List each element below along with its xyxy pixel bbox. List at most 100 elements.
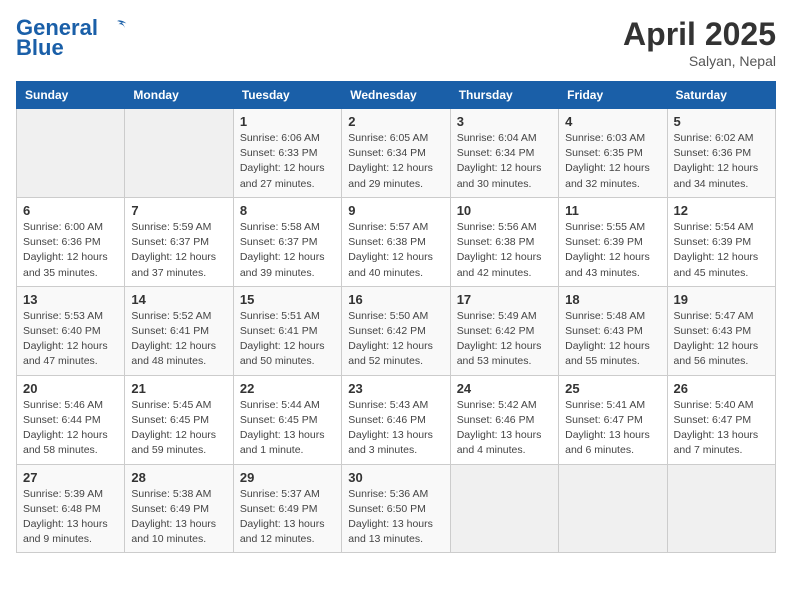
day-number: 26 [674,381,769,396]
calendar-cell: 2 Sunrise: 6:05 AM Sunset: 6:34 PM Daylig… [342,109,450,198]
calendar-cell: 11 Sunrise: 5:55 AM Sunset: 6:39 PM Dayli… [559,197,667,286]
day-info: Sunrise: 5:43 AM Sunset: 6:46 PM Dayligh… [348,398,443,459]
calendar-cell: 22 Sunrise: 5:44 AM Sunset: 6:45 PM Dayli… [233,375,341,464]
day-number: 12 [674,203,769,218]
day-number: 13 [23,292,118,307]
calendar-cell: 9 Sunrise: 5:57 AM Sunset: 6:38 PM Daylig… [342,197,450,286]
logo: General Blue [16,16,128,60]
day-info: Sunrise: 5:39 AM Sunset: 6:48 PM Dayligh… [23,487,118,548]
day-number: 28 [131,470,226,485]
day-info: Sunrise: 5:59 AM Sunset: 6:37 PM Dayligh… [131,220,226,281]
day-info: Sunrise: 6:04 AM Sunset: 6:34 PM Dayligh… [457,131,552,192]
day-info: Sunrise: 5:57 AM Sunset: 6:38 PM Dayligh… [348,220,443,281]
day-header-friday: Friday [559,82,667,109]
calendar-cell: 28 Sunrise: 5:38 AM Sunset: 6:49 PM Dayli… [125,464,233,553]
day-number: 22 [240,381,335,396]
calendar-cell: 30Sunrise: 5:36 AM Sunset: 6:50 PM Dayli… [342,464,450,553]
calendar-cell [559,464,667,553]
day-info: Sunrise: 5:36 AM Sunset: 6:50 PM Dayligh… [348,487,443,548]
calendar-cell: 1 Sunrise: 6:06 AM Sunset: 6:33 PM Daylig… [233,109,341,198]
day-number: 8 [240,203,335,218]
calendar-cell: 21 Sunrise: 5:45 AM Sunset: 6:45 PM Dayli… [125,375,233,464]
day-info: Sunrise: 6:00 AM Sunset: 6:36 PM Dayligh… [23,220,118,281]
calendar-cell [125,109,233,198]
day-number: 14 [131,292,226,307]
calendar-cell [17,109,125,198]
day-number: 20 [23,381,118,396]
day-header-thursday: Thursday [450,82,558,109]
calendar-cell: 27 Sunrise: 5:39 AM Sunset: 6:48 PM Dayli… [17,464,125,553]
calendar-header-row: SundayMondayTuesdayWednesdayThursdayFrid… [17,82,776,109]
page-header: General Blue April 2025 Salyan, Nepal [16,16,776,69]
month-title: April 2025 [623,16,776,53]
day-info: Sunrise: 5:44 AM Sunset: 6:45 PM Dayligh… [240,398,335,459]
day-number: 25 [565,381,660,396]
day-info: Sunrise: 5:48 AM Sunset: 6:43 PM Dayligh… [565,309,660,370]
day-number: 5 [674,114,769,129]
day-number: 17 [457,292,552,307]
calendar-cell: 6 Sunrise: 6:00 AM Sunset: 6:36 PM Daylig… [17,197,125,286]
title-block: April 2025 Salyan, Nepal [623,16,776,69]
day-number: 21 [131,381,226,396]
calendar-cell [450,464,558,553]
calendar-week-row: 13 Sunrise: 5:53 AM Sunset: 6:40 PM Dayli… [17,286,776,375]
calendar-cell: 23 Sunrise: 5:43 AM Sunset: 6:46 PM Dayli… [342,375,450,464]
day-number: 4 [565,114,660,129]
day-number: 7 [131,203,226,218]
day-number: 27 [23,470,118,485]
day-info: Sunrise: 6:03 AM Sunset: 6:35 PM Dayligh… [565,131,660,192]
calendar-week-row: 20 Sunrise: 5:46 AM Sunset: 6:44 PM Dayli… [17,375,776,464]
day-number: 18 [565,292,660,307]
day-info: Sunrise: 5:56 AM Sunset: 6:38 PM Dayligh… [457,220,552,281]
day-info: Sunrise: 5:46 AM Sunset: 6:44 PM Dayligh… [23,398,118,459]
calendar-cell: 17 Sunrise: 5:49 AM Sunset: 6:42 PM Dayli… [450,286,558,375]
calendar-cell: 29Sunrise: 5:37 AM Sunset: 6:49 PM Dayli… [233,464,341,553]
calendar-week-row: 27 Sunrise: 5:39 AM Sunset: 6:48 PM Dayli… [17,464,776,553]
day-info: Sunrise: 6:06 AM Sunset: 6:33 PM Dayligh… [240,131,335,192]
day-info: Sunrise: 5:54 AM Sunset: 6:39 PM Dayligh… [674,220,769,281]
day-number: 9 [348,203,443,218]
day-info: Sunrise: 5:55 AM Sunset: 6:39 PM Dayligh… [565,220,660,281]
day-number: 15 [240,292,335,307]
calendar-cell [667,464,775,553]
day-number: 3 [457,114,552,129]
calendar-table: SundayMondayTuesdayWednesdayThursdayFrid… [16,81,776,553]
day-number: 10 [457,203,552,218]
day-info: Sunrise: 5:52 AM Sunset: 6:41 PM Dayligh… [131,309,226,370]
day-header-saturday: Saturday [667,82,775,109]
day-number: 24 [457,381,552,396]
calendar-cell: 16Sunrise: 5:50 AM Sunset: 6:42 PM Dayli… [342,286,450,375]
day-number: 2 [348,114,443,129]
calendar-cell: 26 Sunrise: 5:40 AM Sunset: 6:47 PM Dayli… [667,375,775,464]
day-info: Sunrise: 5:42 AM Sunset: 6:46 PM Dayligh… [457,398,552,459]
day-number: 1 [240,114,335,129]
calendar-cell: 7 Sunrise: 5:59 AM Sunset: 6:37 PM Daylig… [125,197,233,286]
day-number: 11 [565,203,660,218]
calendar-cell: 25Sunrise: 5:41 AM Sunset: 6:47 PM Dayli… [559,375,667,464]
calendar-week-row: 1 Sunrise: 6:06 AM Sunset: 6:33 PM Daylig… [17,109,776,198]
calendar-cell: 14 Sunrise: 5:52 AM Sunset: 6:41 PM Dayli… [125,286,233,375]
day-number: 29 [240,470,335,485]
day-info: Sunrise: 5:45 AM Sunset: 6:45 PM Dayligh… [131,398,226,459]
calendar-cell: 5 Sunrise: 6:02 AM Sunset: 6:36 PM Daylig… [667,109,775,198]
calendar-cell: 19 Sunrise: 5:47 AM Sunset: 6:43 PM Dayli… [667,286,775,375]
calendar-cell: 12 Sunrise: 5:54 AM Sunset: 6:39 PM Dayli… [667,197,775,286]
calendar-cell: 15Sunrise: 5:51 AM Sunset: 6:41 PM Dayli… [233,286,341,375]
day-number: 19 [674,292,769,307]
day-info: Sunrise: 5:53 AM Sunset: 6:40 PM Dayligh… [23,309,118,370]
day-info: Sunrise: 6:05 AM Sunset: 6:34 PM Dayligh… [348,131,443,192]
day-number: 23 [348,381,443,396]
day-info: Sunrise: 5:38 AM Sunset: 6:49 PM Dayligh… [131,487,226,548]
calendar-cell: 18 Sunrise: 5:48 AM Sunset: 6:43 PM Dayli… [559,286,667,375]
calendar-cell: 20 Sunrise: 5:46 AM Sunset: 6:44 PM Dayli… [17,375,125,464]
calendar-cell: 8Sunrise: 5:58 AM Sunset: 6:37 PM Daylig… [233,197,341,286]
day-header-tuesday: Tuesday [233,82,341,109]
day-info: Sunrise: 5:47 AM Sunset: 6:43 PM Dayligh… [674,309,769,370]
day-number: 6 [23,203,118,218]
day-info: Sunrise: 5:40 AM Sunset: 6:47 PM Dayligh… [674,398,769,459]
day-header-sunday: Sunday [17,82,125,109]
calendar-cell: 13 Sunrise: 5:53 AM Sunset: 6:40 PM Dayli… [17,286,125,375]
day-info: Sunrise: 5:49 AM Sunset: 6:42 PM Dayligh… [457,309,552,370]
day-info: Sunrise: 6:02 AM Sunset: 6:36 PM Dayligh… [674,131,769,192]
calendar-week-row: 6 Sunrise: 6:00 AM Sunset: 6:36 PM Daylig… [17,197,776,286]
